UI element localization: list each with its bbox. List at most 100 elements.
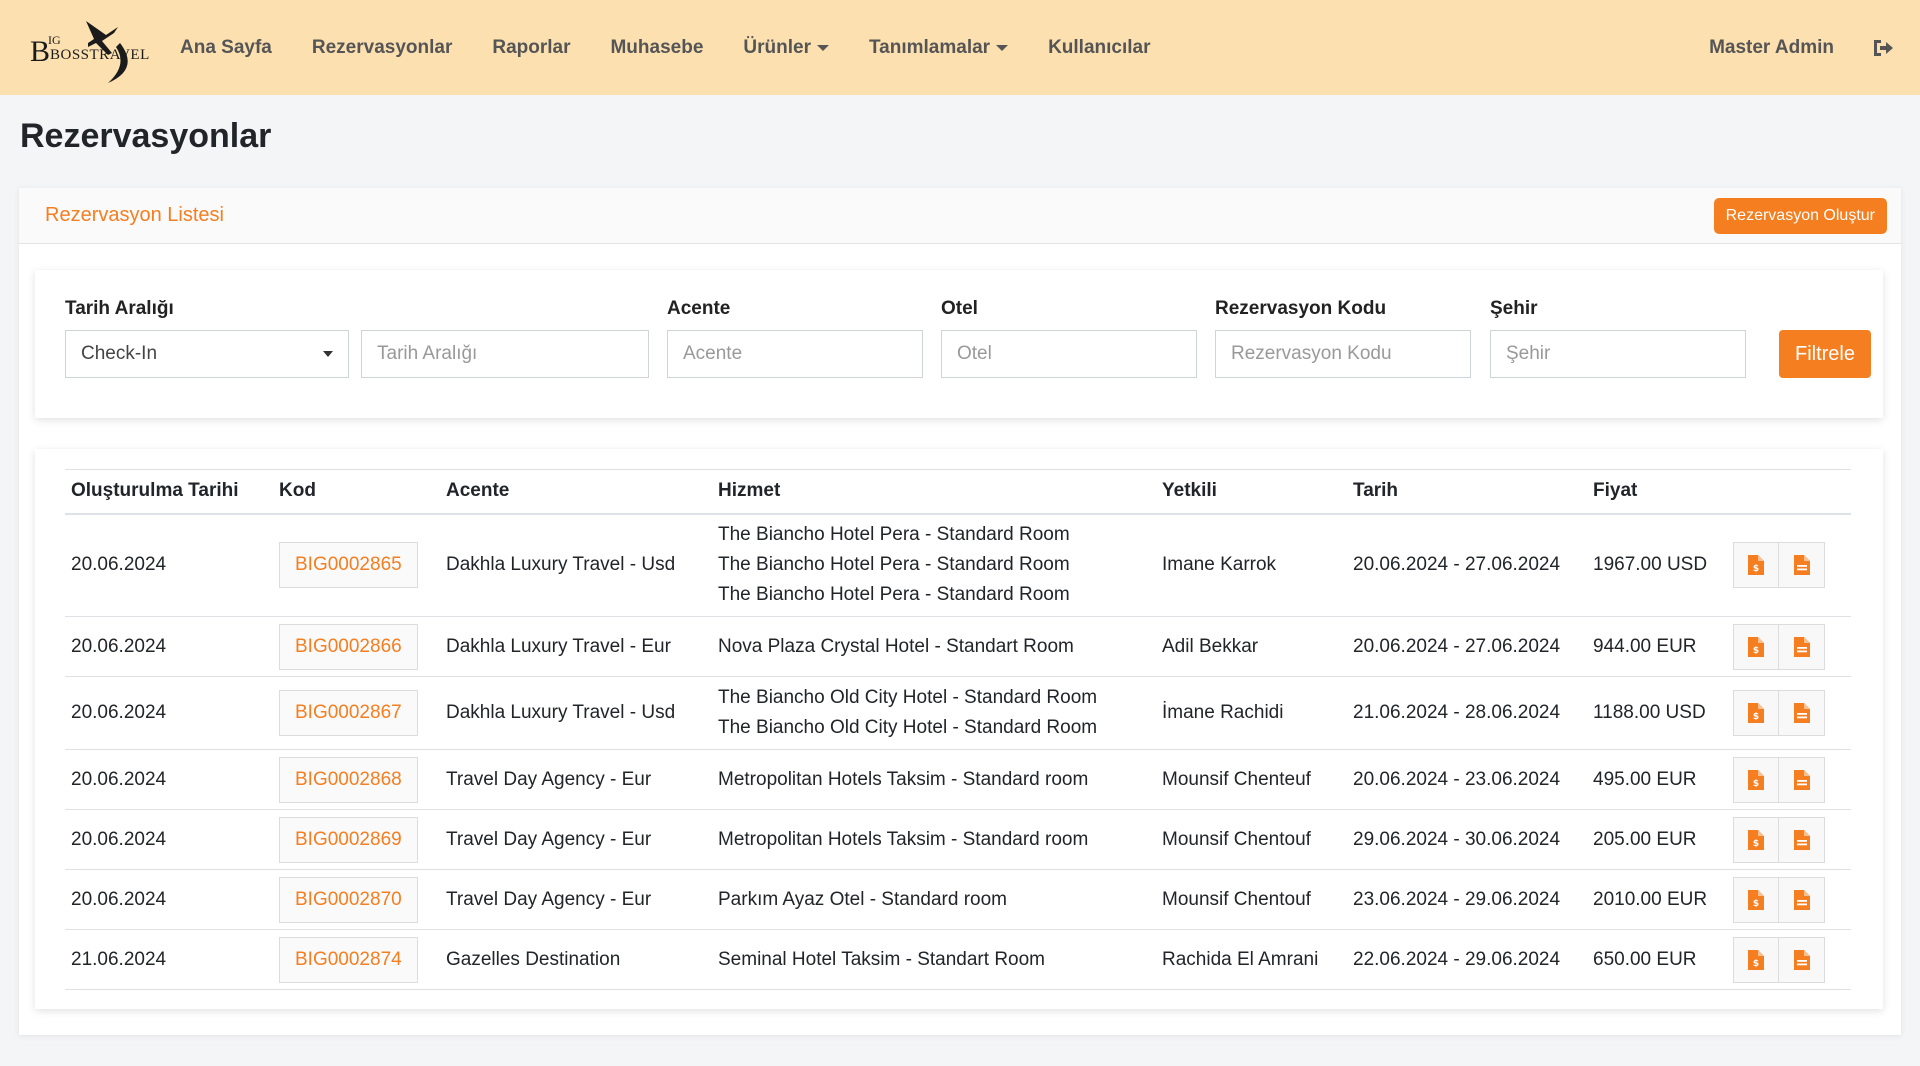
table-row: 20.06.2024 BIG0002865 Dakhla Luxury Travel…: [65, 513, 1851, 617]
invoice-icon[interactable]: $: [1733, 756, 1779, 803]
date-range-input[interactable]: [361, 330, 649, 378]
reservation-code-link[interactable]: BIG0002874: [279, 936, 418, 983]
cell-actions: $: [1727, 869, 1851, 930]
reservation-code-link[interactable]: BIG0002870: [279, 876, 418, 923]
document-icon[interactable]: [1779, 542, 1825, 589]
cell-code: BIG0002869: [273, 809, 440, 870]
hotel-label: Otel: [941, 298, 978, 319]
nav-item-1[interactable]: Rezervasyonlar: [312, 37, 452, 59]
invoice-icon[interactable]: $: [1733, 623, 1779, 670]
cell-contact: Mounsif Chenteuf: [1156, 749, 1347, 810]
create-reservation-button[interactable]: Rezervasyon Oluştur: [1713, 197, 1887, 234]
column-header: Fiyat: [1587, 469, 1727, 515]
reservation-code-link[interactable]: BIG0002869: [279, 816, 418, 863]
svg-text:$: $: [1753, 646, 1759, 656]
invoice-icon[interactable]: $: [1733, 936, 1779, 983]
reservation-code-link[interactable]: BIG0002867: [279, 690, 418, 736]
chevron-down-icon: [323, 351, 333, 357]
nav-item-5[interactable]: Tanımlamalar: [868, 36, 1009, 59]
svg-text:$: $: [1753, 899, 1759, 909]
reservation-code-input[interactable]: [1215, 330, 1471, 378]
document-icon[interactable]: [1779, 623, 1825, 670]
svg-text:$: $: [1753, 839, 1759, 849]
document-icon[interactable]: [1779, 816, 1825, 863]
document-icon[interactable]: [1779, 756, 1825, 803]
date-type-value: Check-In: [81, 343, 158, 364]
cell-agency: Dakhla Luxury Travel - Usd: [440, 513, 712, 617]
logo-bosstravel: BOSSTRAVEL: [50, 46, 150, 63]
svg-text:$: $: [1753, 959, 1759, 969]
cell-actions: $: [1727, 809, 1851, 870]
cell-contact: İmane Rachidi: [1156, 676, 1347, 750]
cell-code: BIG0002867: [273, 676, 440, 750]
cell-services: Seminal Hotel Taksim - Standart Room: [712, 929, 1156, 990]
table-row: 20.06.2024 BIG0002866 Dakhla Luxury Travel…: [65, 616, 1851, 677]
cell-actions: $: [1727, 929, 1851, 990]
document-icon[interactable]: [1779, 936, 1825, 983]
nav-item-label: Raporlar: [492, 36, 571, 58]
logout-icon[interactable]: [1870, 36, 1894, 60]
hotel-input[interactable]: [941, 330, 1197, 378]
navbar: B IG BOSSTRAVEL Ana Sayfa Rezervasyonlar R…: [0, 0, 1920, 95]
nav-item-6[interactable]: Kullanıcılar: [1048, 37, 1150, 59]
user-menu[interactable]: Master Admin: [1709, 37, 1834, 59]
nav-user-area: Master Admin: [1709, 36, 1894, 60]
service-line: Metropolitan Hotels Taksim - Standard ro…: [718, 828, 1089, 850]
column-header: Oluşturulma Tarihi: [65, 469, 273, 515]
row-actions: $: [1733, 936, 1845, 983]
nav-item-0[interactable]: Ana Sayfa: [180, 37, 272, 59]
card-header: Rezervasyon Listesi Rezervasyon Oluştur: [19, 188, 1901, 244]
column-header: Kod: [273, 469, 440, 515]
svg-text:$: $: [1753, 779, 1759, 789]
invoice-icon[interactable]: $: [1733, 876, 1779, 923]
reservation-code-link[interactable]: BIG0002868: [279, 756, 418, 803]
date-type-select[interactable]: Check-In: [65, 330, 349, 378]
reservation-code-link[interactable]: BIG0002866: [279, 623, 418, 670]
invoice-icon[interactable]: $: [1733, 816, 1779, 863]
service-line: Nova Plaza Crystal Hotel - Standart Room: [718, 635, 1074, 657]
nav-item-label: Rezervasyonlar: [311, 36, 453, 58]
svg-text:$: $: [1753, 564, 1759, 574]
nav-item-2[interactable]: Raporlar: [492, 37, 570, 59]
cell-agency: Travel Day Agency - Eur: [440, 809, 712, 870]
agency-input[interactable]: [667, 330, 923, 378]
cell-dates: 23.06.2024 - 29.06.2024: [1347, 869, 1587, 930]
brand-logo[interactable]: B IG BOSSTRAVEL: [28, 13, 149, 83]
invoice-icon[interactable]: $: [1733, 690, 1779, 736]
cell-services: Metropolitan Hotels Taksim - Standard ro…: [712, 749, 1156, 810]
filter-panel: Tarih Aralığı Check-In Acente Otel Rezer…: [35, 270, 1883, 418]
nav-item-label: Tanımlamalar: [868, 36, 991, 58]
caret-down-icon: [996, 44, 1009, 51]
cell-created-date: 20.06.2024: [65, 616, 273, 677]
cell-actions: $: [1727, 616, 1851, 677]
cell-actions: $: [1727, 749, 1851, 810]
row-actions: $: [1733, 876, 1845, 923]
cell-created-date: 20.06.2024: [65, 676, 273, 750]
nav-item-label: Muhasebe: [610, 36, 704, 58]
cell-code: BIG0002868: [273, 749, 440, 810]
cell-services: The Biancho Old City Hotel - Standard Ro…: [712, 676, 1156, 750]
table-row: 20.06.2024 BIG0002869 Travel Day Agency - …: [65, 809, 1851, 870]
cell-services: The Biancho Hotel Pera - Standard Room Th…: [712, 513, 1156, 617]
table-row: 20.06.2024 BIG0002867 Dakhla Luxury Travel…: [65, 676, 1851, 750]
service-line: The Biancho Old City Hotel - Standard Ro…: [718, 687, 1098, 708]
document-icon[interactable]: [1779, 876, 1825, 923]
cell-created-date: 20.06.2024: [65, 749, 273, 810]
cell-agency: Dakhla Luxury Travel - Eur: [440, 616, 712, 677]
cell-price: 495.00 EUR: [1587, 749, 1727, 810]
city-input[interactable]: [1490, 330, 1746, 378]
logo-big-letter: B: [30, 34, 51, 68]
filter-button[interactable]: Filtrele: [1779, 330, 1871, 378]
cell-dates: 29.06.2024 - 30.06.2024: [1347, 809, 1587, 870]
row-actions: $: [1733, 623, 1845, 670]
reservation-code-link[interactable]: BIG0002865: [279, 542, 418, 589]
logo-ig: IG: [48, 32, 61, 47]
table-row: 20.06.2024 BIG0002868 Travel Day Agency - …: [65, 749, 1851, 810]
nav-item-4[interactable]: Ürünler: [743, 37, 829, 59]
invoice-icon[interactable]: $: [1733, 542, 1779, 589]
service-line: The Biancho Hotel Pera - Standard Room: [718, 554, 1070, 576]
service-line: Seminal Hotel Taksim - Standart Room: [718, 948, 1045, 970]
nav-item-3[interactable]: Muhasebe: [610, 37, 703, 59]
nav-item-label: Kullanıcılar: [1048, 36, 1151, 58]
document-icon[interactable]: [1779, 690, 1825, 736]
